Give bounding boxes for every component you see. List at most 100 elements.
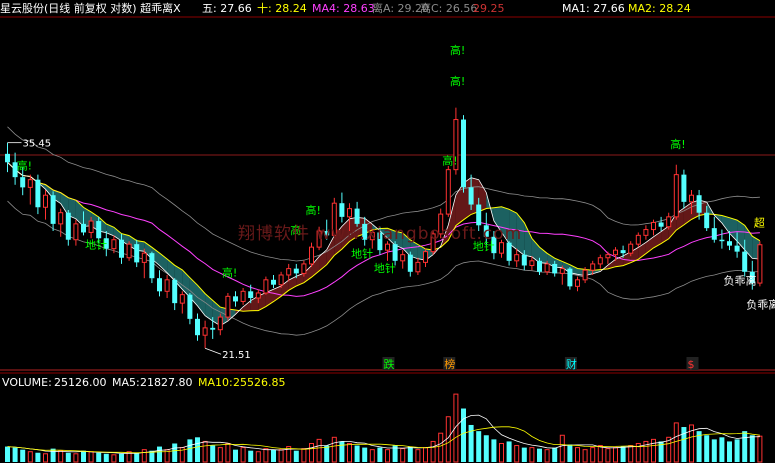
volume-bar: [248, 450, 254, 462]
volume-bar: [354, 445, 360, 462]
volume-bar: [537, 448, 542, 462]
candle-body: [50, 195, 56, 224]
candle-body: [567, 268, 573, 287]
low-price-label: 21.51: [222, 350, 251, 361]
volume-bar: [757, 435, 763, 463]
volume-bar: [65, 452, 71, 462]
candle-body: [514, 254, 520, 262]
volume-bar: [620, 446, 626, 462]
volume-bar: [445, 416, 451, 463]
volume-bar: [407, 446, 413, 462]
volume-bar: [50, 448, 56, 462]
candle-body: [499, 242, 504, 254]
volume-bar: [309, 442, 314, 463]
volume-value: 25126.00: [54, 376, 107, 389]
volume-label: VOLUME:: [2, 376, 52, 389]
signal-label: 高!: [670, 137, 685, 151]
candle-body: [164, 279, 170, 292]
volume-bar: [271, 449, 276, 462]
candle-body: [643, 229, 649, 236]
volume-bar: [575, 447, 580, 463]
volume-bar: [233, 449, 238, 462]
candle-body: [597, 257, 603, 265]
volume-bar: [316, 438, 322, 463]
candle-body: [43, 194, 48, 208]
candle-body: [217, 316, 223, 331]
candle-body: [658, 222, 664, 227]
candle-body: [590, 263, 596, 271]
high-price-label: 35.45: [23, 139, 52, 150]
volume-bar: [742, 431, 748, 462]
signal-label: 高!: [306, 203, 321, 217]
volume-bar: [5, 446, 10, 462]
candle-body: [347, 208, 352, 218]
candle-body: [233, 296, 238, 302]
signal-label: 负乖离: [746, 297, 775, 311]
signal-label: 地针: [374, 261, 396, 275]
candle-body: [552, 263, 558, 274]
volume-bar: [499, 442, 504, 463]
candle-body: [605, 254, 611, 259]
candle-body: [620, 250, 626, 254]
volume-bar: [704, 435, 710, 462]
candle-body: [20, 177, 26, 188]
candle-body: [711, 228, 717, 240]
candle-body: [271, 279, 276, 285]
volume-bar: [544, 449, 550, 463]
volume-bar: [293, 450, 299, 462]
volume-bar: [521, 447, 527, 462]
volume-bar: [415, 449, 421, 463]
volume-bar: [339, 441, 345, 462]
volume-bar: [438, 432, 444, 463]
candle-body: [195, 318, 200, 336]
candle-body: [559, 268, 565, 274]
volume-bar: [559, 434, 565, 463]
volume-bar: [172, 443, 178, 462]
volume-bar: [377, 447, 383, 462]
volume-ma5-value: 21827.80: [140, 376, 193, 389]
indicator-value-4: 离C: 26.56: [420, 2, 478, 15]
volume-bar: [749, 435, 755, 462]
candle-body: [757, 244, 763, 284]
chart-title: 星云股份(日线 前复权 对数) 超乖离X: [0, 2, 181, 15]
signal-label: 高!: [450, 74, 465, 88]
candle-body: [248, 291, 254, 299]
signal-label: 高!: [17, 159, 32, 173]
volume-bar: [301, 448, 307, 463]
candle-body: [27, 179, 33, 188]
volume-bar: [202, 440, 208, 463]
volume-bar: [491, 439, 497, 462]
volume-bar: [96, 452, 102, 462]
signal-label: 地针: [351, 247, 373, 261]
indicator-value-1: 十: 28.24: [257, 2, 307, 15]
candle-body: [210, 327, 216, 330]
candle-body: [134, 244, 140, 263]
volume-bar: [263, 448, 269, 463]
volume-bar: [103, 453, 109, 462]
candle-body: [58, 212, 64, 225]
candle-body: [613, 249, 618, 256]
candle-body: [65, 212, 71, 240]
volume-bar: [12, 447, 18, 462]
volume-bar: [141, 449, 147, 463]
signal-label: 高!: [450, 43, 465, 57]
candle-body: [468, 187, 474, 205]
candle-body: [461, 119, 466, 188]
indicator-value-0: 五: 27.66: [202, 2, 252, 15]
candle-body: [240, 290, 246, 302]
candle-body: [172, 279, 178, 304]
candle-body: [719, 239, 725, 242]
volume-bar: [711, 439, 717, 462]
volume-bar: [278, 449, 284, 463]
candle-body: [225, 295, 231, 318]
candle-body: [666, 216, 672, 228]
volume-bar: [35, 452, 41, 462]
candle-body: [35, 179, 41, 208]
candle-body: [742, 251, 748, 272]
volume-bar: [210, 445, 216, 462]
volume-bar: [362, 447, 368, 462]
volume-ma10-label: MA10:: [198, 376, 233, 389]
candle-body: [651, 221, 656, 231]
candle-body: [727, 241, 732, 246]
volume-bar: [529, 447, 535, 463]
